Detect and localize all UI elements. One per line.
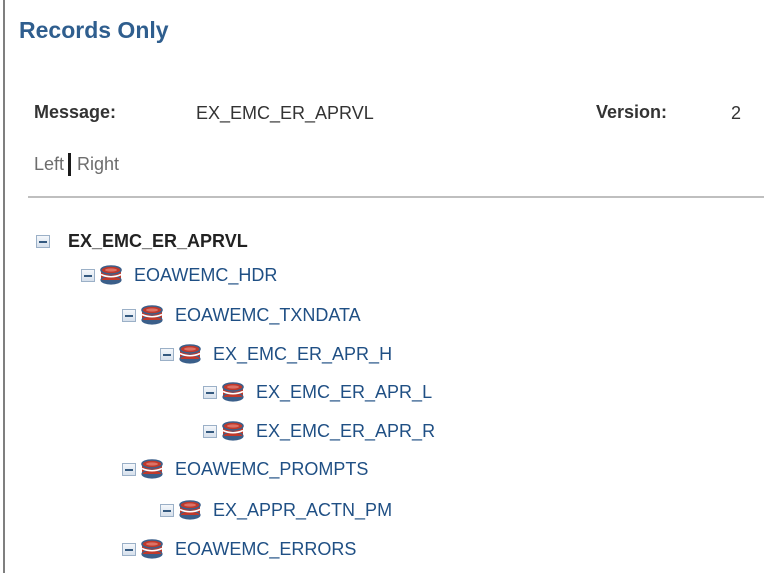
right-link[interactable]: Right [77,154,119,175]
tree-node: EOAWEMC_ERRORS [122,536,356,562]
left-right-links: Left Right [34,153,119,176]
database-record-icon [141,539,163,559]
tree-node: EX_EMC_ER_APR_L [203,379,432,405]
database-record-icon [222,421,244,441]
tree-node: EX_EMC_ER_APR_H [160,341,392,367]
tree-node: EOAWEMC_HDR [81,262,277,288]
panel-left-border [3,0,5,573]
database-record-icon [179,500,201,520]
collapse-icon[interactable] [122,462,136,476]
record-link[interactable]: EX_EMC_ER_APR_H [213,344,392,365]
tree-root-label: EX_EMC_ER_APRVL [68,230,248,251]
record-link[interactable]: EOAWEMC_TXNDATA [175,305,361,326]
left-link[interactable]: Left [34,154,64,175]
message-label: Message: [34,102,117,122]
tree-node: EX_APPR_ACTN_PM [160,497,392,523]
collapse-icon[interactable] [160,347,174,361]
version-label: Version: [596,102,668,122]
collapse-icon[interactable] [81,268,95,282]
database-record-icon [100,265,122,285]
record-link[interactable]: EX_APPR_ACTN_PM [213,500,392,521]
version-value: 2 [731,103,742,123]
collapse-icon[interactable] [160,503,174,517]
section-divider [28,196,764,198]
database-record-icon [179,344,201,364]
record-link[interactable]: EOAWEMC_ERRORS [175,539,356,560]
collapse-icon[interactable] [36,234,50,248]
record-link[interactable]: EX_EMC_ER_APR_R [256,421,435,442]
tree-node: EOAWEMC_PROMPTS [122,456,368,482]
database-record-icon [141,305,163,325]
records-only-panel: Records Only Message: EX_EMC_ER_APRVL Ve… [0,0,764,573]
page-title: Records Only [19,17,169,43]
message-value: EX_EMC_ER_APRVL [196,103,374,123]
tree-node: EX_EMC_ER_APR_R [203,418,435,444]
record-link[interactable]: EOAWEMC_HDR [134,265,277,286]
record-link[interactable]: EOAWEMC_PROMPTS [175,459,368,480]
collapse-icon[interactable] [122,308,136,322]
collapse-icon[interactable] [203,424,217,438]
database-record-icon [222,382,244,402]
record-link[interactable]: EX_EMC_ER_APR_L [256,382,432,403]
collapse-icon[interactable] [203,385,217,399]
link-separator [68,153,72,176]
collapse-icon[interactable] [122,542,136,556]
tree-node: EOAWEMC_TXNDATA [122,302,361,328]
database-record-icon [141,459,163,479]
tree-root-node: EX_EMC_ER_APRVL [36,228,248,254]
